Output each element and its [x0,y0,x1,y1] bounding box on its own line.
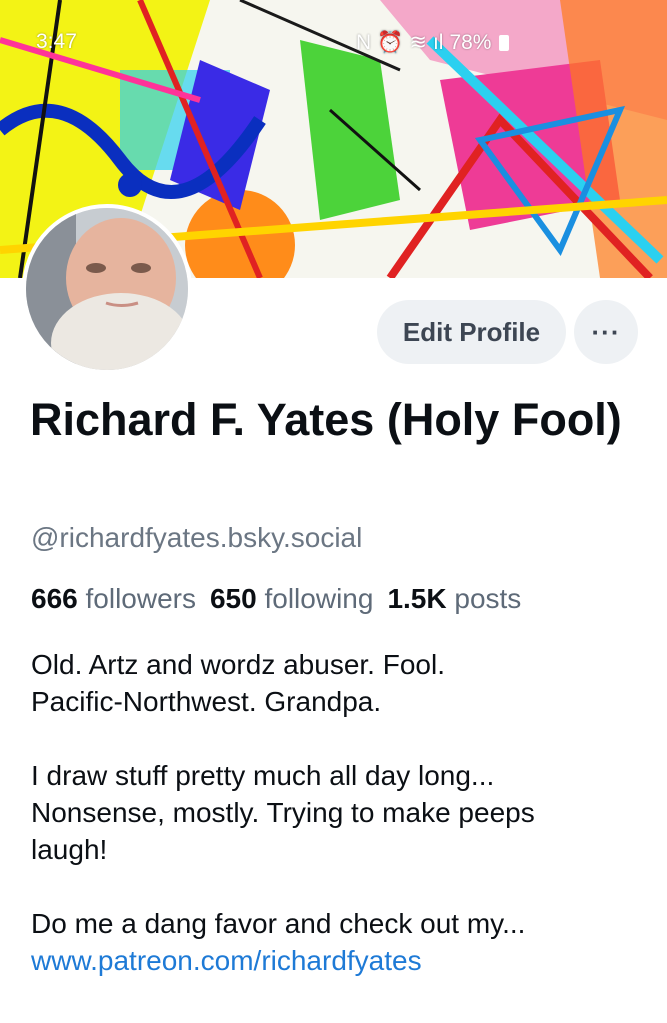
signal-icon: ıl [432,30,444,54]
profile-handle: @richardfyates.bsky.social [31,522,363,553]
ellipsis-icon: ··· [591,316,621,347]
battery-icon [499,34,510,51]
avatar-photo [26,208,188,370]
followers-label: followers [85,583,196,614]
edit-profile-button[interactable]: Edit Profile [377,300,566,364]
wifi-icon: ≋ [409,31,427,54]
battery-percent: 78% [449,30,492,54]
following-count: 650 [209,583,257,614]
status-icons: N ⏰ ≋ ıl 78% [356,30,510,55]
alarm-icon: ⏰ [377,30,404,54]
more-options-button[interactable]: ··· [574,300,638,364]
bio-line: laugh! [31,834,108,865]
posts-label: posts [454,583,522,614]
posts-stat: 1.5K posts [387,583,521,614]
status-bar: 3:47 N ⏰ ≋ ıl 78% [0,24,667,64]
status-time: 3:47 [36,30,77,53]
display-name: Richard F. Yates (Holy Fool) [30,394,622,445]
bio-line: Old. Artz and wordz abuser. Fool. [31,649,445,680]
bio-line: I draw stuff pretty much all day long... [31,760,495,791]
patreon-link[interactable]: www.patreon.com/richardfyates [31,945,422,976]
avatar[interactable] [22,204,192,374]
profile-bio: Old. Artz and wordz abuser. Fool. Pacifi… [31,646,651,979]
bio-line: Do me a dang favor and check out my... [31,908,526,939]
followers-link[interactable]: 666 followers [31,583,196,614]
bio-line: Pacific-Northwest. Grandpa. [31,686,382,717]
profile-stats: 666 followers 650 following 1.5K posts [31,583,521,615]
bio-line: Nonsense, mostly. Trying to make peeps [31,797,535,828]
following-label: following [264,583,374,614]
posts-count: 1.5K [387,583,447,614]
followers-count: 666 [31,583,78,614]
nfc-icon: N [356,30,372,54]
following-link[interactable]: 650 following [210,583,373,614]
